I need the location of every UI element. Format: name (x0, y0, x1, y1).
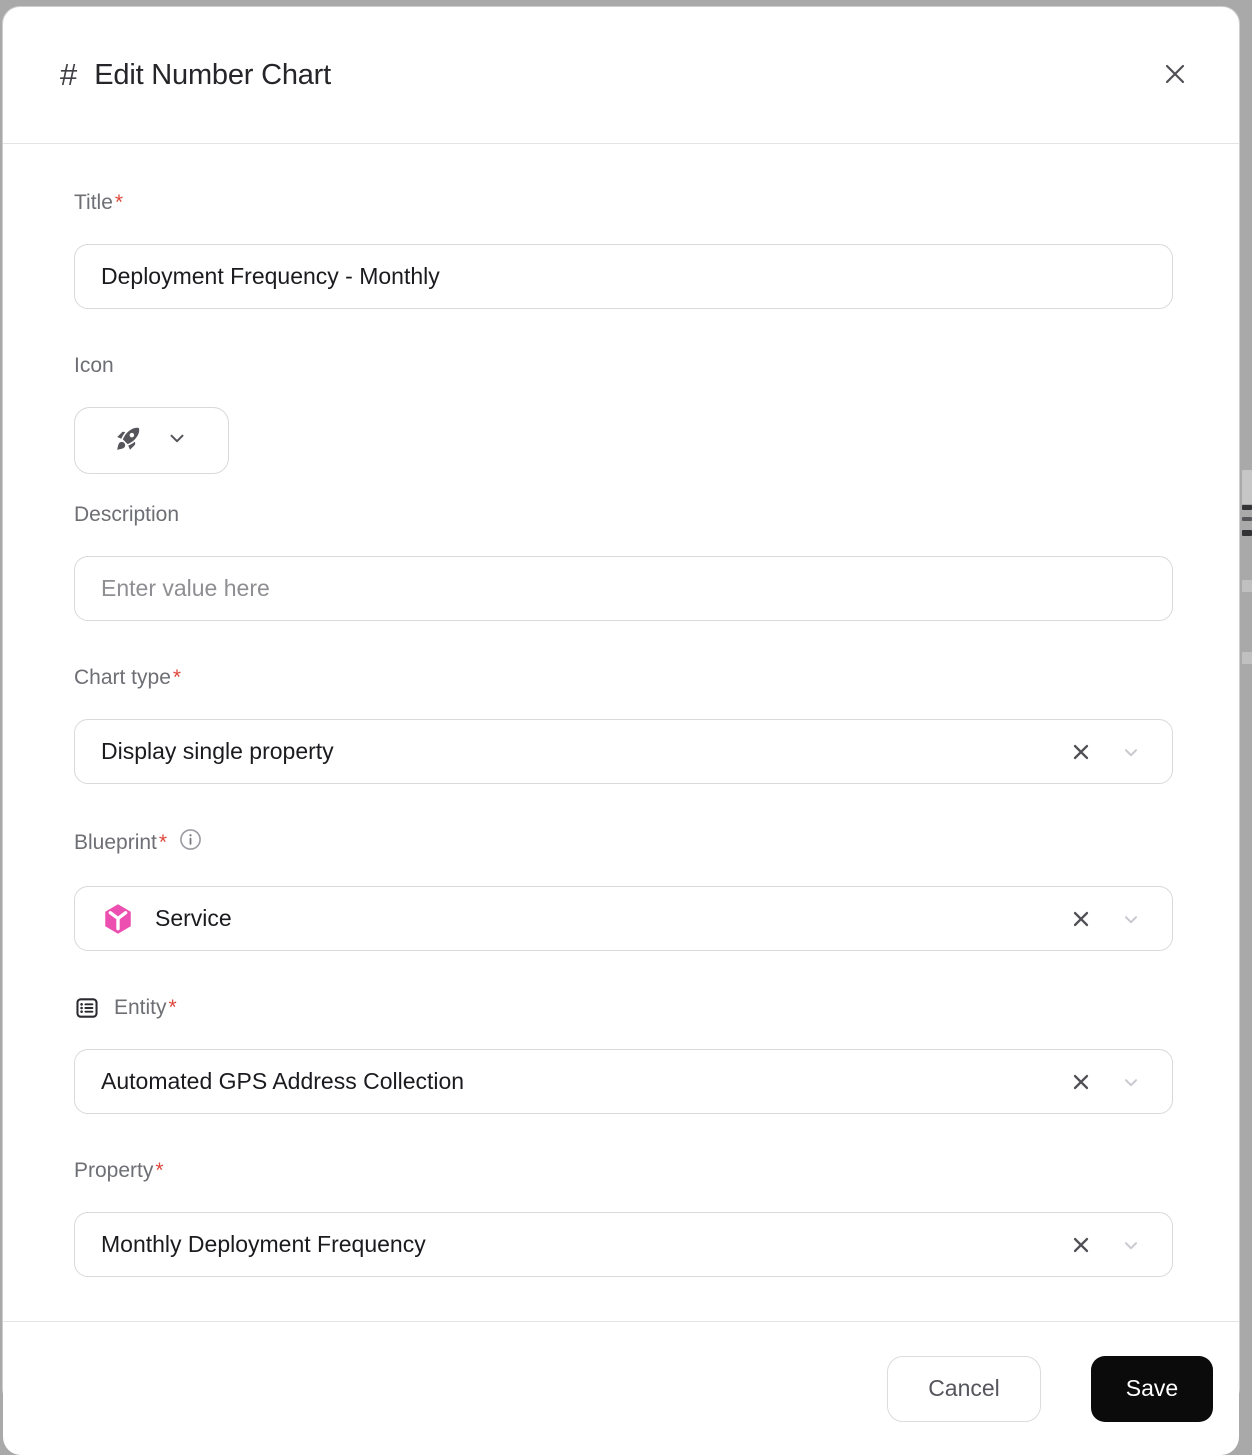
property-label: Property* (74, 1158, 1173, 1184)
icon-field: Icon (74, 353, 1173, 474)
icon-picker[interactable] (74, 407, 229, 474)
chevron-down-icon (166, 427, 188, 454)
background-artifact (1242, 470, 1252, 504)
clear-icon[interactable] (1070, 1071, 1092, 1093)
property-select[interactable]: Monthly Deployment Frequency (74, 1212, 1173, 1277)
title-label: Title* (74, 190, 1173, 216)
required-asterisk: * (173, 665, 181, 691)
entity-list-icon (74, 995, 100, 1021)
clear-icon[interactable] (1070, 1234, 1092, 1256)
background-artifact (1242, 652, 1252, 664)
entity-field: Entity* Automated GPS Address Collection (74, 995, 1173, 1114)
property-field: Property* Monthly Deployment Frequency (74, 1158, 1173, 1277)
blueprint-value: Service (101, 902, 1070, 936)
background-artifact (1242, 505, 1252, 510)
required-asterisk: * (159, 830, 167, 856)
chevron-down-icon[interactable] (1120, 908, 1142, 930)
rocket-icon (115, 425, 142, 457)
close-icon (1161, 60, 1189, 91)
chart-type-field: Chart type* Display single property (74, 665, 1173, 784)
chevron-down-icon[interactable] (1120, 741, 1142, 763)
chevron-down-icon[interactable] (1120, 1071, 1142, 1093)
description-input[interactable] (75, 557, 1172, 620)
chevron-down-icon[interactable] (1120, 1234, 1142, 1256)
background-artifact (1242, 517, 1252, 521)
modal-body: Title* Icon Description (3, 144, 1239, 1321)
description-field: Description (74, 502, 1173, 621)
close-button[interactable] (1153, 53, 1197, 97)
modal-title: Edit Number Chart (94, 59, 331, 92)
icon-label: Icon (74, 353, 1173, 379)
chart-type-select[interactable]: Display single property (74, 719, 1173, 784)
entity-value: Automated GPS Address Collection (101, 1068, 1070, 1095)
edit-number-chart-modal: # Edit Number Chart Title* Icon (2, 6, 1240, 1406)
service-cube-icon (101, 902, 135, 936)
modal-header: # Edit Number Chart (3, 7, 1239, 144)
required-asterisk: * (169, 995, 177, 1021)
info-icon[interactable] (179, 828, 202, 858)
chart-type-label: Chart type* (74, 665, 1173, 691)
description-input-wrapper (74, 556, 1173, 621)
modal-footer: Cancel Save (3, 1321, 1239, 1455)
required-asterisk: * (155, 1158, 163, 1184)
page-background: { "window": { "title": "Edit Number Char… (0, 0, 1252, 1416)
clear-icon[interactable] (1070, 908, 1092, 930)
blueprint-select[interactable]: Service (74, 886, 1173, 951)
entity-label: Entity* (74, 995, 1173, 1021)
blueprint-field: Blueprint* (74, 828, 1173, 951)
chart-type-value: Display single property (101, 738, 1070, 765)
hash-icon: # (60, 57, 77, 93)
entity-select[interactable]: Automated GPS Address Collection (74, 1049, 1173, 1114)
background-artifact (1242, 530, 1252, 536)
background-artifact (1242, 580, 1252, 592)
clear-icon[interactable] (1070, 741, 1092, 763)
description-label: Description (74, 502, 1173, 528)
blueprint-label: Blueprint* (74, 828, 1173, 858)
cancel-button[interactable]: Cancel (887, 1356, 1041, 1422)
title-field: Title* (74, 190, 1173, 309)
title-input-wrapper (74, 244, 1173, 309)
save-button[interactable]: Save (1091, 1356, 1213, 1422)
property-value: Monthly Deployment Frequency (101, 1231, 1070, 1258)
required-asterisk: * (115, 190, 123, 216)
title-input[interactable] (75, 245, 1172, 308)
